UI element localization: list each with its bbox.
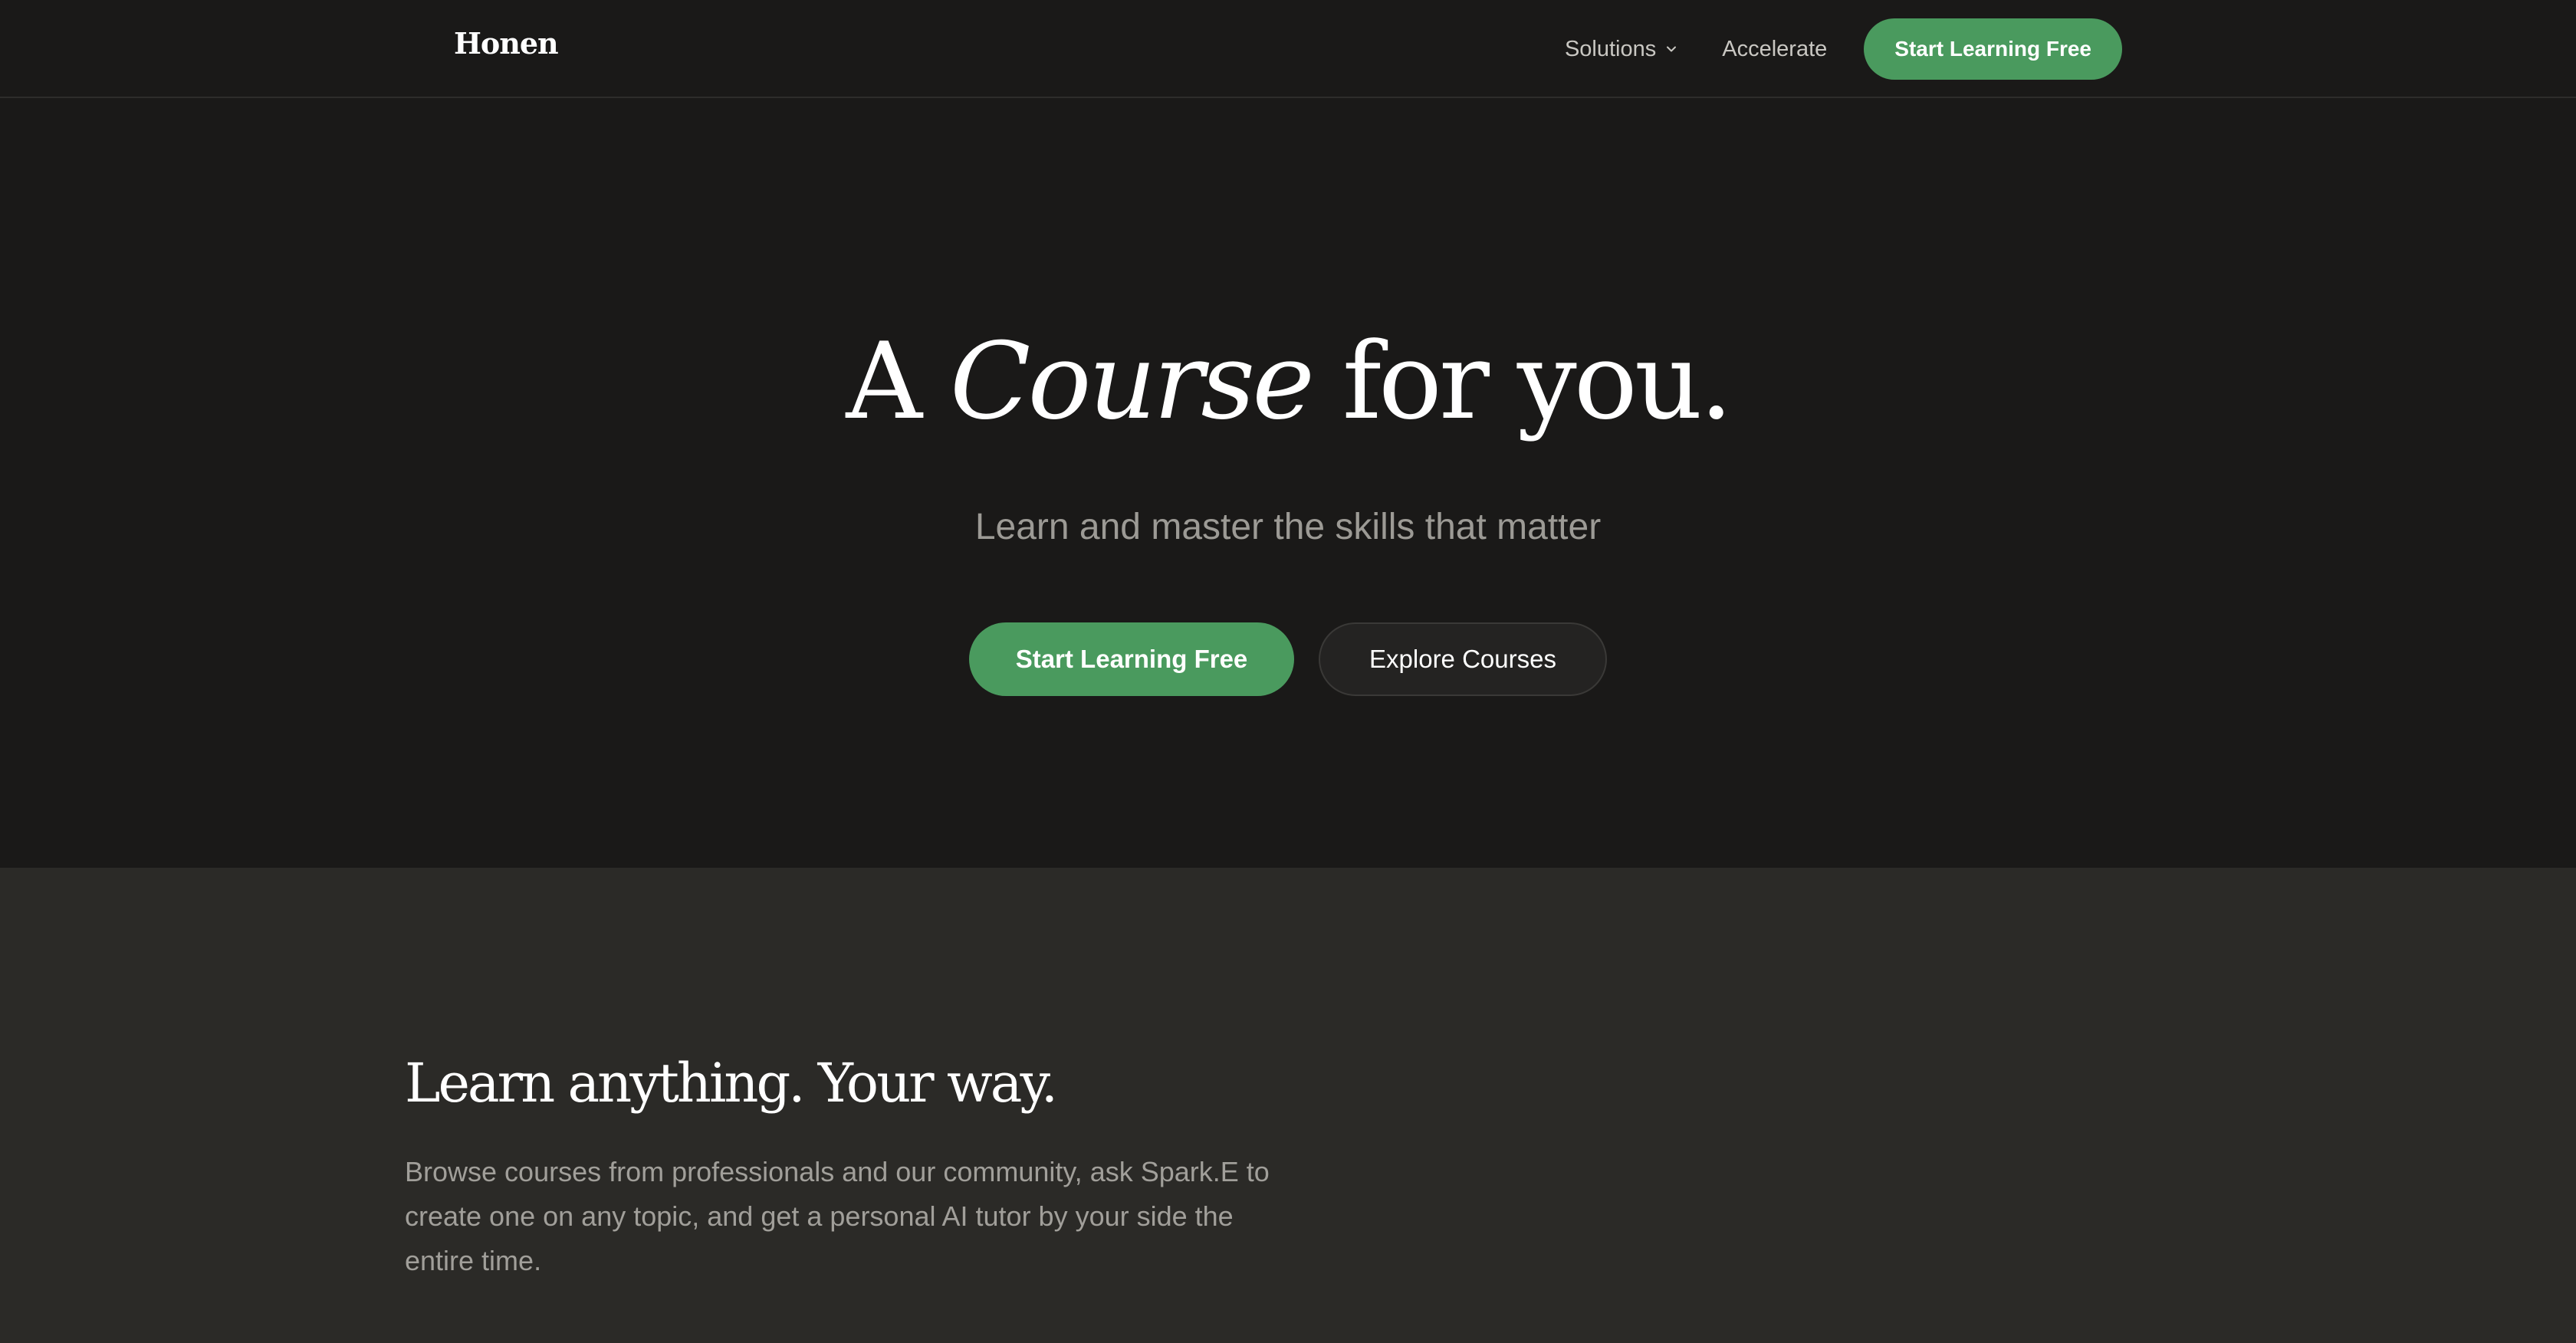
top-navigation: Honen Solutions Accelerate Start Learnin… xyxy=(0,0,2576,98)
hero-subtitle: Learn and master the skills that matter xyxy=(974,507,1602,547)
explore-courses-button[interactable]: Explore Courses xyxy=(1319,622,1607,696)
chevron-down-icon xyxy=(1667,46,1677,52)
feature-title: Learn anything. Your way. xyxy=(405,1052,1058,1115)
hero-title-emphasis: Course xyxy=(949,320,1315,443)
feature-description: Browse courses from professionals and ou… xyxy=(405,1156,1270,1276)
hero-cta-group: Start Learning Free Explore Courses xyxy=(0,622,2576,696)
nav-menu: Solutions Accelerate Start Learning Free xyxy=(1565,18,2122,80)
brand-logo[interactable]: Honen xyxy=(454,26,559,61)
hero-title-part2: for you. xyxy=(1311,320,1733,443)
nav-item-solutions[interactable]: Solutions xyxy=(1565,37,1679,62)
hero-title: A Course for you. xyxy=(0,320,2576,443)
hero-start-learning-button[interactable]: Start Learning Free xyxy=(969,622,1294,696)
nav-item-accelerate[interactable]: Accelerate xyxy=(1722,37,1827,62)
nav-item-solutions-label: Solutions xyxy=(1564,36,1657,61)
nav-start-learning-button[interactable]: Start Learning Free xyxy=(1864,18,2122,80)
hero-title-part1: A xyxy=(846,320,950,443)
feature-section: Learn anything. Your way. Browse courses… xyxy=(0,868,2576,1343)
hero-section: A Course for you. Learn and master the s… xyxy=(0,98,2576,868)
nav-item-accelerate-label: Accelerate xyxy=(1722,36,1828,61)
